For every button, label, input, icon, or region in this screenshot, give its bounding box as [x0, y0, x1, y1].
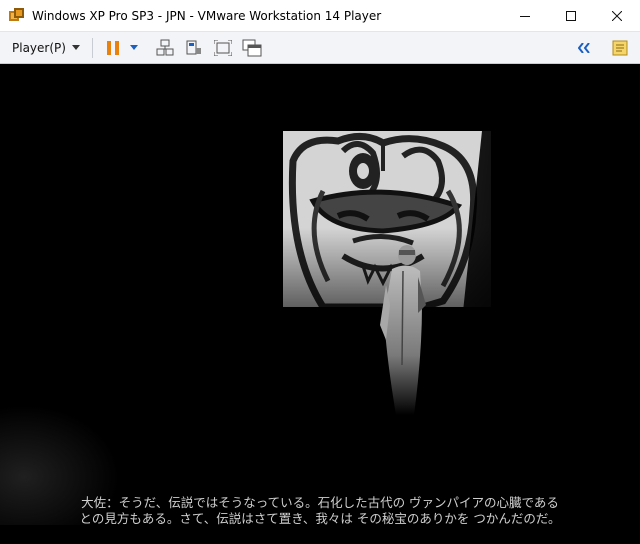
- vmware-app-icon: [9, 7, 25, 24]
- collapse-double-chevron-icon: [578, 43, 590, 53]
- removable-devices-button[interactable]: [182, 36, 206, 60]
- dropdown-arrow-icon: [129, 45, 138, 50]
- minimize-button[interactable]: [502, 0, 548, 32]
- close-icon: [612, 11, 622, 21]
- maximize-button[interactable]: [548, 0, 594, 32]
- fullscreen-button[interactable]: [211, 36, 235, 60]
- player-menu-button[interactable]: Player(P): [12, 36, 80, 60]
- window-controls: [502, 0, 640, 32]
- player-menu-label: Player(P): [12, 40, 66, 55]
- minimize-icon: [520, 16, 530, 17]
- vm-guest-display[interactable]: 大佐：そうだ、伝説ではそうなっている。石化した古代の ヴァンパイアの心臓である …: [0, 65, 640, 544]
- power-options-dropdown[interactable]: [127, 36, 141, 60]
- fullscreen-icon: [213, 39, 232, 56]
- send-ctrl-alt-del-button[interactable]: [153, 36, 177, 60]
- removable-device-icon: [186, 40, 201, 54]
- close-button[interactable]: [594, 0, 640, 32]
- character-figure: [378, 245, 428, 415]
- unity-icon: [242, 39, 262, 56]
- notes-button[interactable]: [608, 36, 632, 60]
- toolbar-divider: [91, 37, 93, 58]
- dialogue-subtitle-line-2: との見方もある。さて、伝説はさて置き、我々は その秘宝のありかを つかんだのだ。: [79, 511, 561, 526]
- collapse-toolbar-button[interactable]: [572, 36, 596, 60]
- window-title: Windows XP Pro SP3 - JPN - VMware Workst…: [32, 8, 382, 23]
- dialogue-subtitle-line-1: 大佐：そうだ、伝説ではそうなっている。石化した古代の ヴァンパイアの心臓である: [81, 495, 559, 510]
- notes-icon: [612, 40, 628, 56]
- pause-button[interactable]: [101, 36, 125, 60]
- title-bar: Windows XP Pro SP3 - JPN - VMware Workst…: [0, 0, 640, 32]
- toolbar-right-group: [572, 36, 632, 60]
- vmware-toolbar: Player(P): [0, 32, 640, 64]
- pause-icon: [106, 40, 119, 55]
- chevron-down-icon: [71, 45, 80, 50]
- unity-button[interactable]: [240, 36, 264, 60]
- network-icon: [156, 39, 174, 55]
- maximize-icon: [566, 11, 576, 21]
